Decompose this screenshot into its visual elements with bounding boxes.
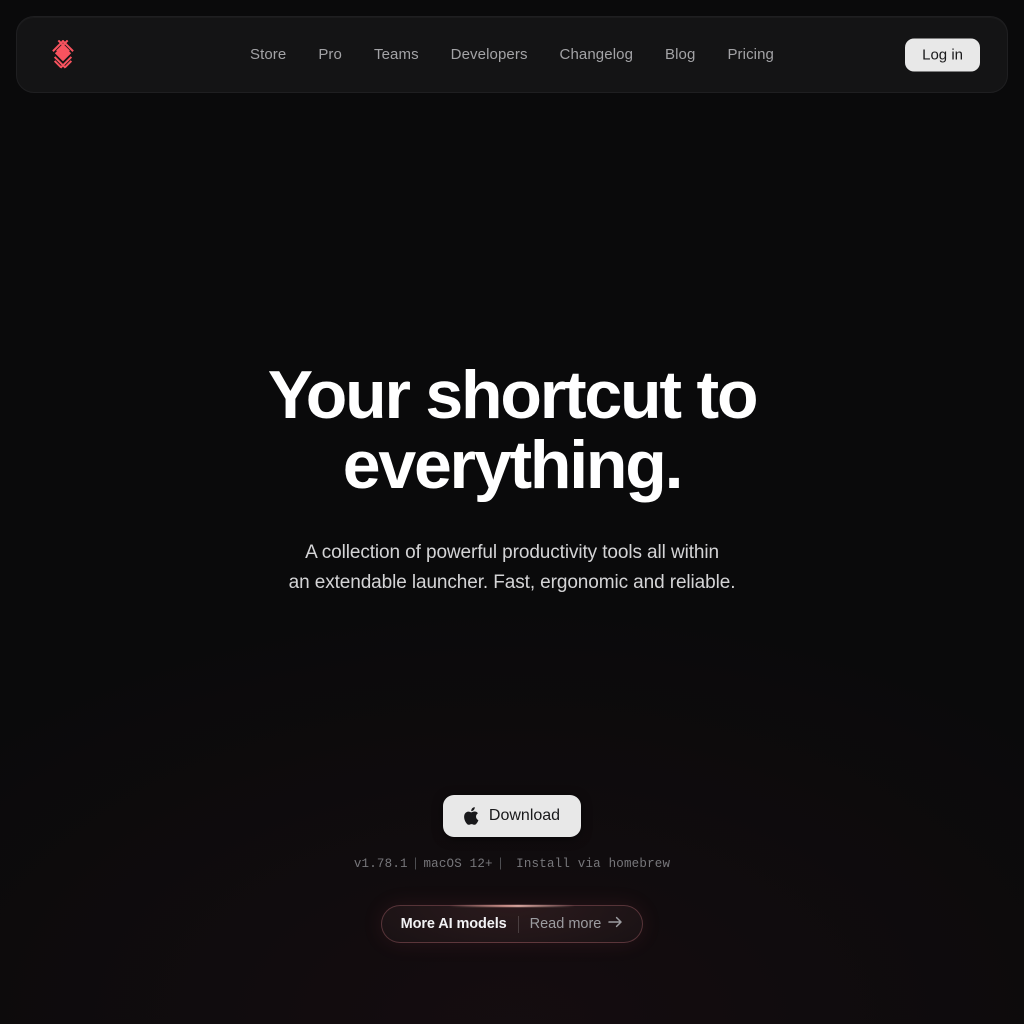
hero-section: Your shortcut to everything. A collectio…	[0, 360, 1024, 597]
nav-item-blog[interactable]: Blog	[649, 41, 711, 68]
hero-subtitle: A collection of powerful productivity to…	[0, 538, 1024, 597]
promo-divider	[517, 915, 519, 933]
raycast-diamond-logo-icon	[48, 39, 78, 70]
promo-pill[interactable]: More AI models Read more	[380, 905, 644, 943]
brand-logo[interactable]	[46, 38, 80, 72]
nav-item-store[interactable]: Store	[234, 41, 302, 68]
primary-nav-links: Store Pro Teams Developers Changelog Blo…	[17, 41, 1007, 68]
top-navigation-bar: Store Pro Teams Developers Changelog Blo…	[16, 16, 1008, 93]
homebrew-install-link[interactable]: Install via homebrew	[516, 857, 670, 871]
nav-item-pro[interactable]: Pro	[302, 41, 358, 68]
promo-read-more-link[interactable]: Read more	[530, 916, 624, 932]
promo-title: More AI models	[400, 915, 507, 932]
hero-subtitle-line-2: an extendable launcher. Fast, ergonomic …	[288, 571, 736, 593]
download-section: Download v1.78.1 | macOS 12+ | Install via …	[0, 795, 1024, 871]
page-title: Your shortcut to everything.	[267, 357, 759, 504]
download-button-label: Download	[488, 807, 561, 824]
download-meta: v1.78.1 | macOS 12+ | Install via homebrew	[0, 857, 1024, 871]
download-button[interactable]: Download	[442, 795, 582, 837]
nav-item-teams[interactable]: Teams	[358, 41, 435, 68]
promo-banner-wrapper: More AI models Read more	[0, 905, 1024, 943]
apple-icon	[462, 806, 479, 826]
promo-read-more-label: Read more	[529, 915, 602, 932]
nav-item-developers[interactable]: Developers	[435, 41, 544, 68]
meta-separator-2: |	[496, 857, 505, 871]
nav-item-changelog[interactable]: Changelog	[544, 41, 649, 68]
hero-subtitle-line-1: A collection of powerful productivity to…	[305, 542, 719, 564]
app-version: v1.78.1	[353, 857, 408, 871]
meta-separator-1: |	[411, 857, 420, 871]
arrow-right-icon	[608, 916, 623, 932]
os-requirement: macOS 12+	[423, 857, 493, 871]
log-in-button[interactable]: Log in	[905, 38, 980, 71]
page-root: Store Pro Teams Developers Changelog Blo…	[0, 0, 1024, 1024]
nav-item-pricing[interactable]: Pricing	[711, 41, 790, 68]
